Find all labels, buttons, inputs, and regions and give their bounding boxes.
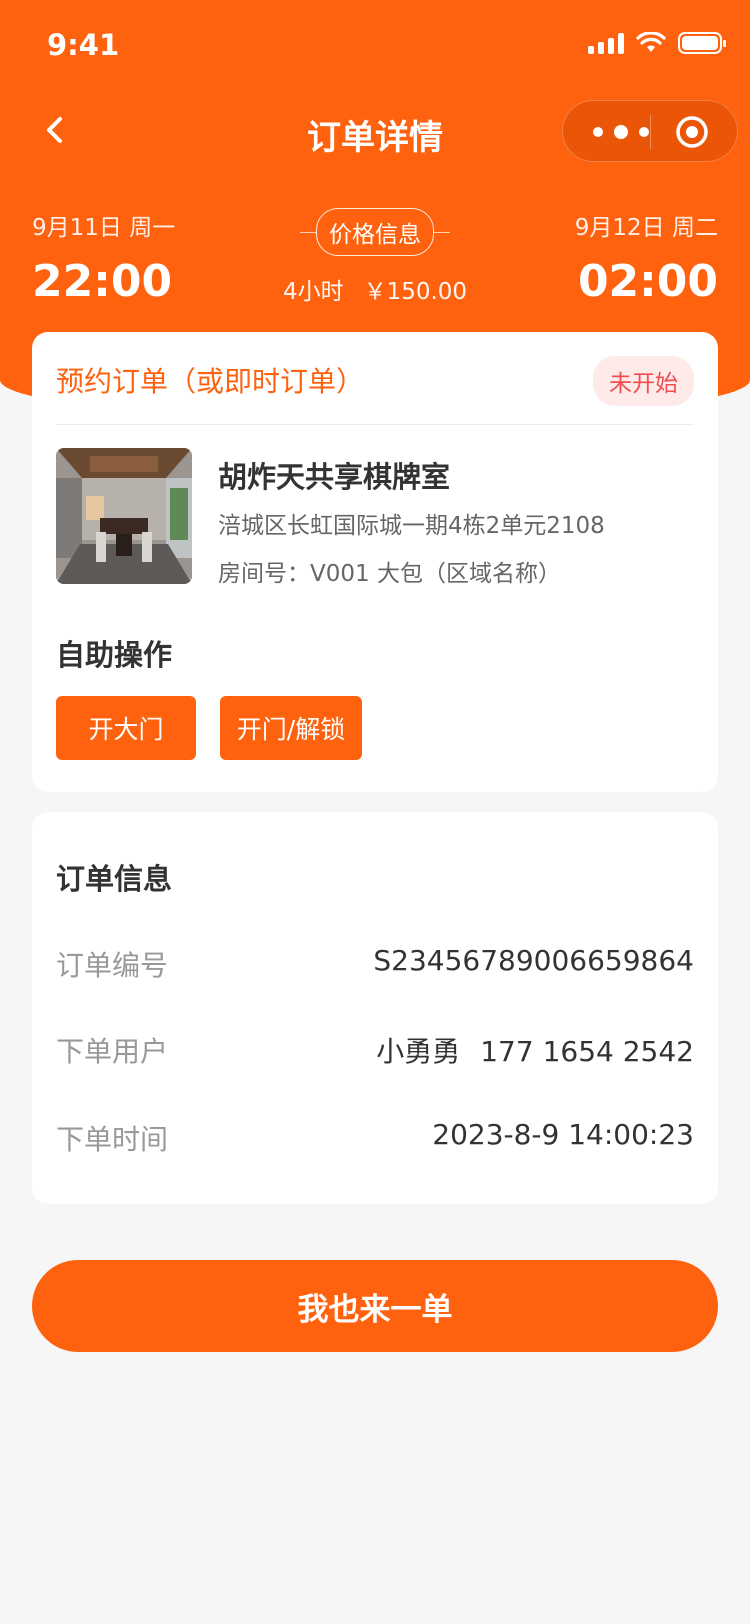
mini-program-capsule (562, 100, 738, 162)
end-date: 9月12日 周二 (574, 215, 718, 241)
order-card: 预约订单（或即时订单） 未开始 胡炸天共享棋牌室 涪城区长虹国际城一期4栋2单元… (32, 332, 718, 792)
shop-name: 胡炸天共享棋牌室 (218, 460, 451, 494)
more-icon[interactable] (589, 121, 653, 143)
wifi-icon (636, 32, 666, 52)
status-icons (588, 32, 726, 54)
order-user-label: 下单用户 (56, 1035, 169, 1068)
price: ￥150.00 (363, 279, 468, 305)
order-number-label: 订单编号 (56, 949, 169, 982)
status-bar: 9:41 (0, 0, 750, 88)
close-target-icon[interactable] (675, 115, 709, 149)
room-number: 房间号：V001 大包（区域名称） (218, 561, 561, 587)
duration: 4小时 (282, 279, 344, 305)
price-row: 4小时 ￥150.00 (270, 272, 480, 306)
start-datetime: 9月11日 周一 22:00 (32, 208, 175, 307)
order-info-title: 订单信息 (56, 862, 173, 896)
status-time: 9:41 (47, 28, 120, 62)
signal-icon (588, 32, 624, 54)
shop-address: 涪城区长虹国际城一期4栋2单元2108 (218, 513, 605, 539)
self-service-title: 自助操作 (56, 638, 173, 672)
order-number-row: 订单编号 S234567890066598​64 (56, 944, 694, 984)
divider (56, 424, 694, 425)
order-again-button[interactable]: 我也来一单 (32, 1260, 718, 1352)
order-time-row: 下单时间 2023-8-9 14:00:23 (56, 1118, 694, 1158)
order-type: 预约订单（或即时订单） (56, 365, 365, 398)
order-user-value: 小勇勇 177 1654 2542 (376, 1030, 694, 1070)
price-label: 价格信息 (316, 208, 434, 256)
start-date: 9月11日 周一 (32, 215, 176, 241)
open-gate-button[interactable]: 开大门 (56, 696, 196, 760)
status-badge: 未开始 (593, 356, 694, 406)
price-info: 价格信息 4小时 ￥150.00 (270, 208, 480, 306)
end-datetime: 9月12日 周二 02:00 (575, 208, 718, 307)
order-number-value: S234567890066598​64 (373, 944, 694, 977)
order-info-card: 订单信息 订单编号 S234567890066598​64 下单用户 小勇勇 17… (32, 812, 718, 1204)
divider (434, 231, 450, 233)
end-time: 02:00 (577, 256, 718, 307)
nav-bar: 订单详情 (0, 96, 750, 166)
user-phone: 177 1654 2542 (480, 1035, 694, 1068)
battery-icon (678, 32, 726, 54)
order-time-label: 下单时间 (56, 1123, 169, 1156)
divider (300, 231, 316, 233)
order-user-row: 下单用户 小勇勇 177 1654 2542 (56, 1030, 694, 1070)
user-name: 小勇勇 (376, 1035, 461, 1068)
unlock-door-button[interactable]: 开门/解锁 (220, 696, 362, 760)
price-label-wrap: 价格信息 (270, 208, 480, 256)
order-time-value: 2023-8-9 14:00:23 (432, 1118, 694, 1151)
room-photo-image (56, 448, 192, 584)
capsule-divider (650, 115, 651, 149)
room-photo (56, 448, 192, 584)
start-time: 22:00 (32, 256, 173, 307)
